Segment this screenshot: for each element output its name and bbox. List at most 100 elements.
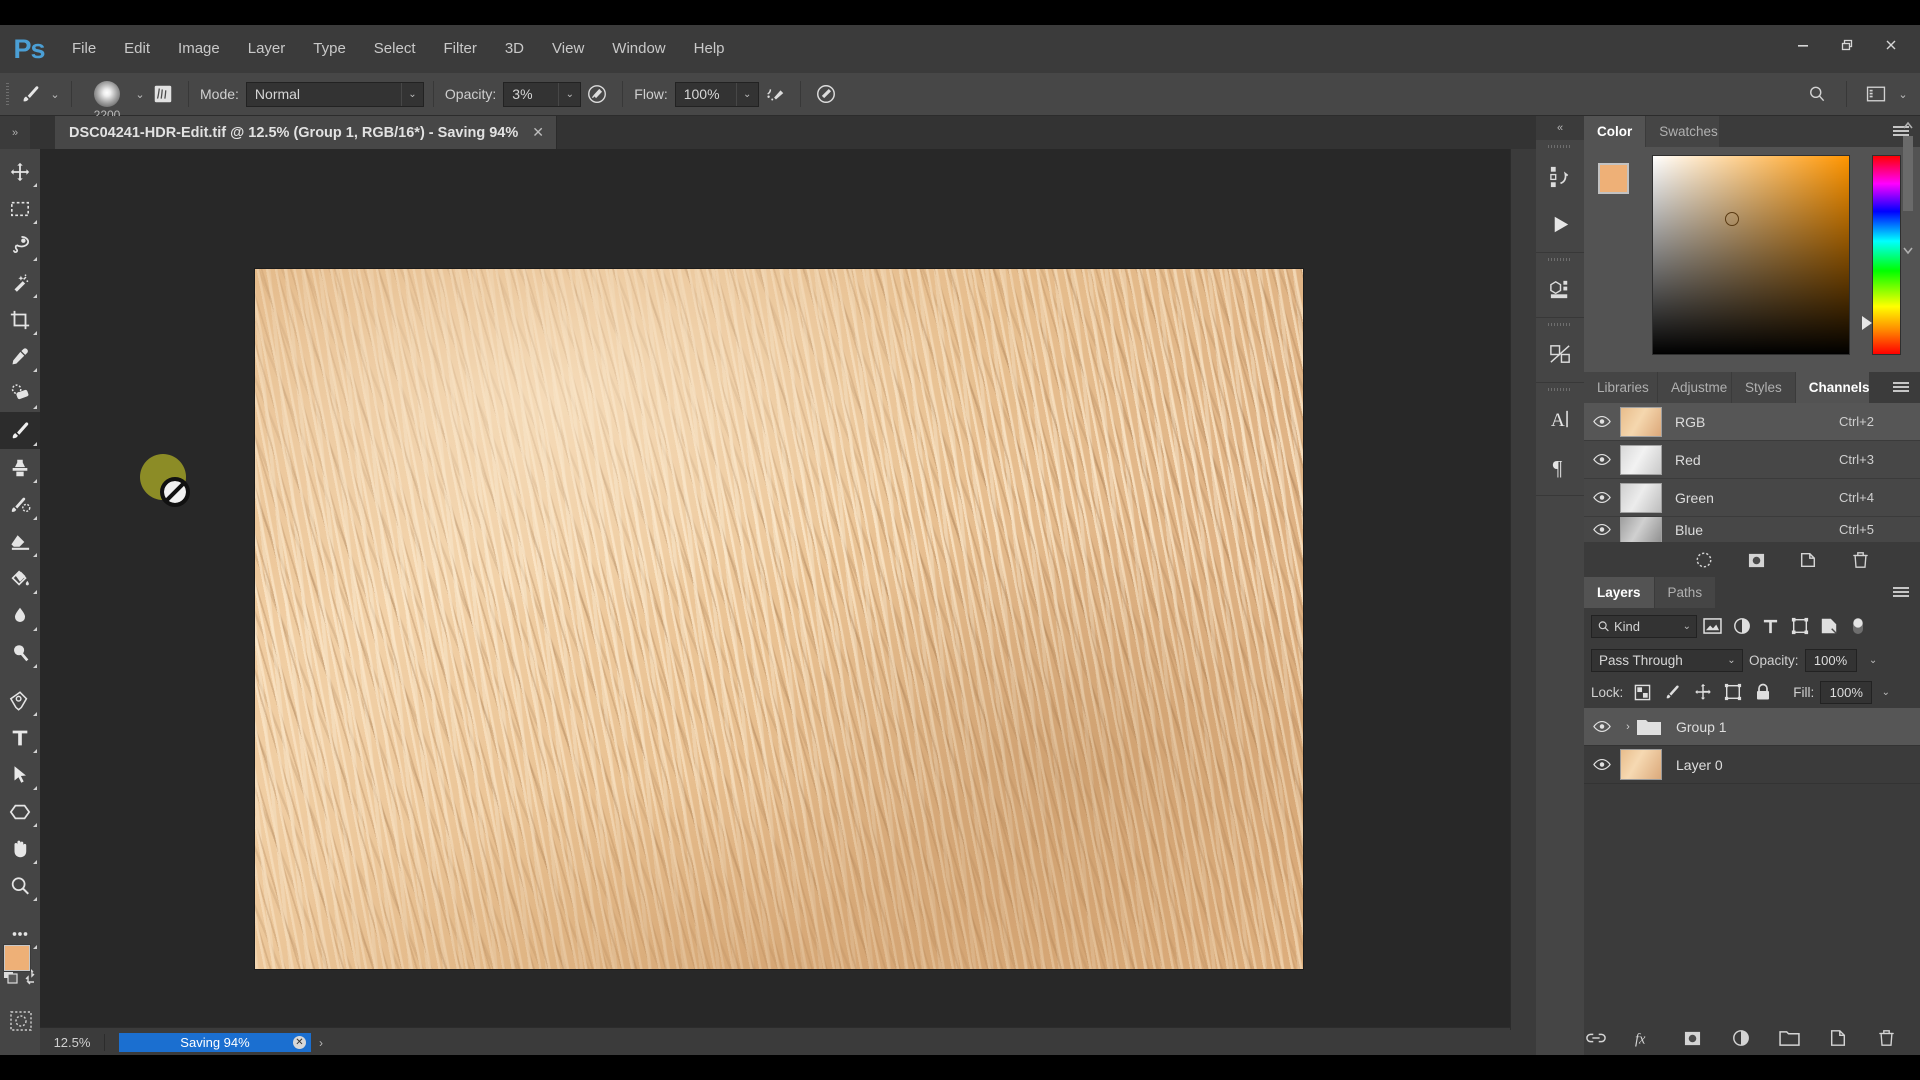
- tool-eraser[interactable]: [0, 523, 40, 560]
- color-field-picker[interactable]: [1652, 155, 1850, 355]
- layer-row-group-1[interactable]: › Group 1: [1584, 708, 1920, 746]
- channel-row-green[interactable]: Green Ctrl+4: [1584, 479, 1920, 517]
- hue-slider[interactable]: [1862, 155, 1901, 355]
- menu-window[interactable]: Window: [598, 25, 679, 73]
- rail-grip[interactable]: [1536, 253, 1584, 265]
- tool-move[interactable]: [0, 153, 40, 190]
- options-bar-grip[interactable]: [0, 73, 14, 116]
- tool-polygon[interactable]: [0, 793, 40, 830]
- new-layer-button[interactable]: [1826, 1026, 1849, 1050]
- load-channel-as-selection-button[interactable]: [1692, 548, 1716, 572]
- menu-select[interactable]: Select: [360, 25, 430, 73]
- foreground-color-swatch[interactable]: [3, 944, 31, 972]
- tool-clone-stamp[interactable]: [0, 449, 40, 486]
- menu-view[interactable]: View: [538, 25, 598, 73]
- hue-slider-handle[interactable]: [1862, 316, 1872, 330]
- tool-crop[interactable]: [0, 301, 40, 338]
- tool-lasso[interactable]: [0, 227, 40, 264]
- flow-input[interactable]: 100% ⌄: [674, 81, 759, 107]
- layers-panel-menu-button[interactable]: [1888, 577, 1914, 608]
- layer-mask-button[interactable]: [1681, 1026, 1704, 1050]
- menu-help[interactable]: Help: [680, 25, 739, 73]
- workspace-switcher-button[interactable]: [1860, 79, 1892, 109]
- tool-dodge[interactable]: [0, 634, 40, 671]
- zoom-level-field[interactable]: 12.5%: [40, 1035, 104, 1050]
- filter-pixel-button[interactable]: [1699, 613, 1726, 639]
- current-tool-preview[interactable]: [14, 79, 48, 109]
- layer-fill-stepper[interactable]: ⌄: [1875, 681, 1896, 704]
- tool-gradient[interactable]: [0, 560, 40, 597]
- transform-panel-button[interactable]: [1536, 330, 1584, 378]
- toggle-brush-panel-button[interactable]: [147, 79, 179, 109]
- tool-brush[interactable]: [0, 412, 40, 449]
- tab-layers[interactable]: Layers: [1584, 577, 1655, 608]
- canvas-area[interactable]: [40, 149, 1524, 1055]
- character-panel-button[interactable]: A: [1536, 395, 1584, 443]
- lock-position-button[interactable]: [1689, 680, 1716, 705]
- brush-preset-caret[interactable]: ⌄: [133, 88, 147, 101]
- filter-shape-button[interactable]: [1786, 613, 1813, 639]
- tool-pen[interactable]: [0, 682, 40, 719]
- tab-paths[interactable]: Paths: [1654, 577, 1717, 608]
- menu-image[interactable]: Image: [164, 25, 234, 73]
- tool-spot-healing-brush[interactable]: [0, 375, 40, 412]
- eye-icon[interactable]: [1584, 708, 1620, 746]
- close-button[interactable]: [1870, 30, 1912, 60]
- lock-artboard-button[interactable]: [1719, 680, 1746, 705]
- tool-preset-caret[interactable]: ⌄: [48, 88, 62, 101]
- group-expand-chevron-icon[interactable]: ›: [1620, 721, 1636, 733]
- history-panel-button[interactable]: [1536, 152, 1584, 200]
- tab-libraries[interactable]: Libraries: [1584, 372, 1658, 403]
- tool-rectangular-marquee[interactable]: [0, 190, 40, 227]
- tool-blur[interactable]: [0, 597, 40, 634]
- tool-quick-selection[interactable]: [0, 264, 40, 301]
- channel-row-red[interactable]: Red Ctrl+3: [1584, 441, 1920, 479]
- eye-icon[interactable]: [1584, 403, 1620, 441]
- channel-row-blue[interactable]: Blue Ctrl+5: [1584, 517, 1920, 543]
- filter-adjustment-button[interactable]: [1728, 613, 1755, 639]
- channels-panel-menu-button[interactable]: [1888, 372, 1914, 403]
- tool-eyedropper[interactable]: [0, 338, 40, 375]
- rail-grip[interactable]: [1536, 383, 1584, 395]
- eye-icon[interactable]: [1584, 441, 1620, 479]
- new-channel-button[interactable]: [1796, 548, 1820, 572]
- cancel-save-button[interactable]: ✕: [293, 1036, 306, 1049]
- layer-fill-input[interactable]: 100%: [1820, 680, 1873, 704]
- filter-type-button[interactable]: [1757, 613, 1784, 639]
- paragraph-panel-button[interactable]: ¶: [1536, 443, 1584, 491]
- rail-grip[interactable]: [1536, 140, 1584, 152]
- save-selection-as-channel-button[interactable]: [1744, 548, 1768, 572]
- menu-layer[interactable]: Layer: [234, 25, 300, 73]
- tool-horizontal-type[interactable]: [0, 719, 40, 756]
- layer-style-button[interactable]: fx: [1632, 1026, 1655, 1050]
- canvas-vertical-scrollbar[interactable]: [1510, 149, 1524, 1041]
- brush-preset-picker[interactable]: 2200: [81, 76, 133, 122]
- eye-icon[interactable]: [1584, 746, 1620, 784]
- close-icon[interactable]: ✕: [532, 124, 544, 141]
- channel-row-rgb[interactable]: RGB Ctrl+2: [1584, 403, 1920, 441]
- minimize-button[interactable]: [1782, 30, 1824, 60]
- layer-opacity-stepper[interactable]: ⌄: [1863, 649, 1884, 672]
- filter-smart-object-button[interactable]: [1815, 613, 1842, 639]
- new-adjustment-layer-button[interactable]: [1729, 1026, 1752, 1050]
- layer-filter-kind-select[interactable]: Kind ⌄: [1591, 614, 1697, 638]
- airbrush-button[interactable]: [759, 79, 791, 109]
- menu-type[interactable]: Type: [299, 25, 360, 73]
- document-canvas[interactable]: [255, 269, 1303, 969]
- smoothing-options-button[interactable]: [810, 79, 842, 109]
- actions-panel-button[interactable]: [1536, 200, 1584, 248]
- tool-zoom[interactable]: [0, 867, 40, 904]
- menu-filter[interactable]: Filter: [430, 25, 491, 73]
- tab-color[interactable]: Color: [1584, 116, 1647, 147]
- search-button[interactable]: [1801, 79, 1833, 109]
- tab-styles[interactable]: Styles: [1732, 372, 1796, 403]
- menu-3d[interactable]: 3D: [491, 25, 538, 73]
- layer-row-layer-0[interactable]: Layer 0: [1584, 746, 1920, 784]
- opacity-pressure-button[interactable]: [581, 79, 613, 109]
- 3d-panel-button[interactable]: [1536, 265, 1584, 313]
- eye-icon[interactable]: [1584, 479, 1620, 517]
- lock-image-pixels-button[interactable]: [1659, 680, 1686, 705]
- tab-bar-grip[interactable]: »: [0, 116, 30, 149]
- layer-blend-mode-select[interactable]: Pass Through ⌄: [1591, 648, 1743, 672]
- tab-channels[interactable]: Channels: [1795, 372, 1870, 403]
